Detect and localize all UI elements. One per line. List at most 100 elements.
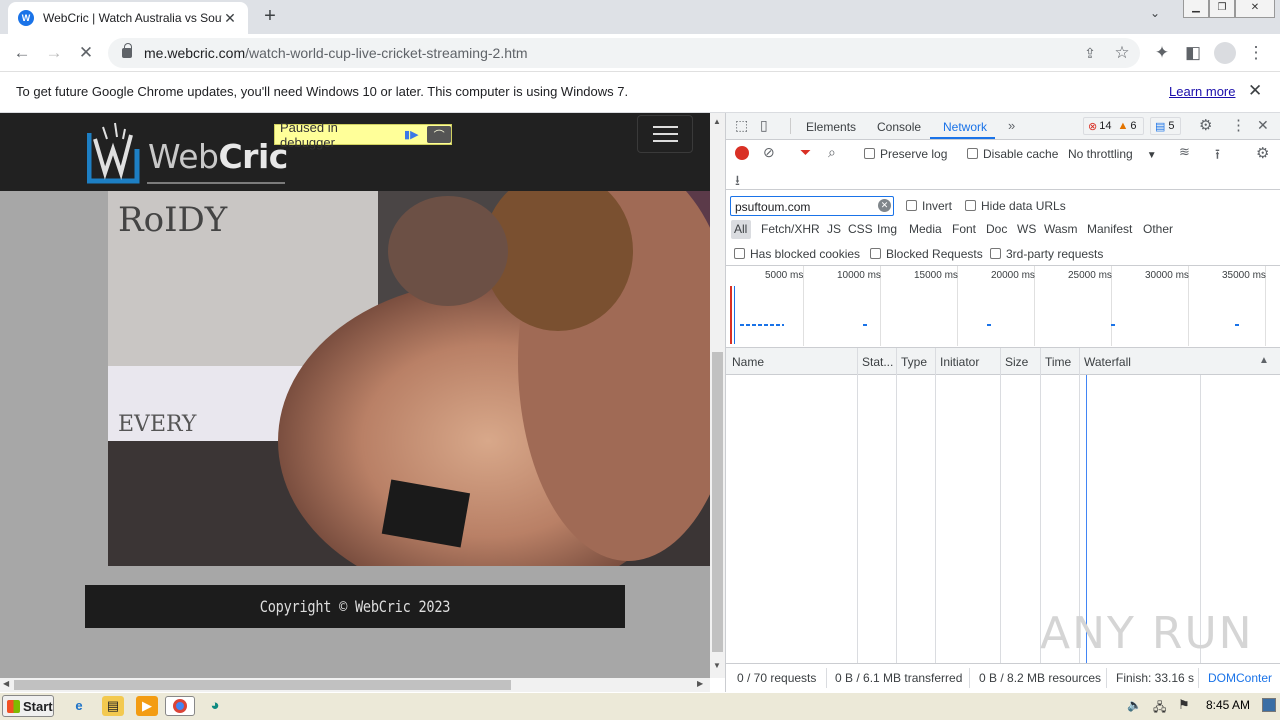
blocked-cookies-checkbox[interactable]: Has blocked cookies [734, 247, 860, 261]
type-filter-media[interactable]: Media [909, 222, 942, 236]
video-player[interactable]: RoIDY EVERY [108, 191, 710, 566]
tab-search-icon[interactable]: ⌄ [1150, 6, 1160, 20]
devtools-menu-icon[interactable]: ⋮ [1231, 116, 1246, 134]
resume-icon[interactable]: ▮▶ [401, 126, 421, 143]
clear-filter-icon[interactable]: ✕ [878, 199, 891, 212]
hamburger-menu-button[interactable] [637, 115, 693, 153]
chrome-icon [173, 699, 187, 713]
throttling-select[interactable]: No throttling ▼ [1068, 147, 1157, 161]
column-waterfall[interactable]: Waterfall [1084, 355, 1131, 369]
browser-tab[interactable]: W WebCric | Watch Australia vs South ✕ [8, 2, 248, 34]
load-marker [730, 286, 732, 344]
import-har-icon[interactable]: ⭱ [1215, 144, 1220, 168]
column-status[interactable]: Stat... [862, 355, 893, 369]
network-tray-icon[interactable]: 🖧 [1153, 698, 1166, 719]
column-name[interactable]: Name [732, 355, 764, 369]
sort-ascending-icon[interactable]: ▲ [1259, 355, 1269, 366]
type-filter-ws[interactable]: WS [1017, 222, 1036, 236]
scroll-left-arrow-icon[interactable]: ◀ [3, 679, 9, 688]
internet-explorer-icon[interactable]: e [68, 696, 90, 716]
column-initiator[interactable]: Initiator [940, 355, 979, 369]
side-panel-icon[interactable]: ◧ [1181, 41, 1205, 65]
address-bar[interactable]: me.webcric.com/watch-world-cup-live-cric… [108, 38, 1140, 68]
scroll-right-arrow-icon[interactable]: ▶ [697, 679, 703, 688]
type-filter-fetch-xhr[interactable]: Fetch/XHR [761, 222, 820, 236]
issues-counter[interactable]: ⊗ 14 ▲ 6 [1083, 117, 1144, 135]
status-separator [1198, 668, 1199, 688]
scroll-down-arrow-icon[interactable]: ▼ [713, 661, 721, 670]
anyrun-watermark: ANY RUN [1040, 608, 1254, 659]
close-window-button[interactable]: ✕ [1235, 0, 1275, 18]
device-toolbar-icon[interactable]: ▯ [760, 117, 768, 134]
media-player-icon[interactable]: ▶ [136, 696, 158, 716]
devtools-close-icon[interactable]: ✕ [1257, 117, 1269, 134]
taskbar-clock[interactable]: 8:45 AM [1206, 698, 1250, 712]
column-size[interactable]: Size [1005, 355, 1028, 369]
status-separator [1106, 668, 1107, 688]
type-filter-img[interactable]: Img [877, 222, 897, 236]
type-filter-css[interactable]: CSS [848, 222, 873, 236]
preserve-log-checkbox[interactable]: Preserve log [864, 147, 947, 161]
record-icon[interactable] [735, 146, 749, 160]
show-desktop-icon[interactable] [1262, 698, 1276, 712]
menu-kebab-icon[interactable]: ⋮ [1244, 41, 1268, 65]
status-separator [969, 668, 970, 688]
type-filter-font[interactable]: Font [952, 222, 976, 236]
file-explorer-icon[interactable]: ▤ [102, 696, 124, 716]
third-party-checkbox[interactable]: 3rd-party requests [990, 247, 1103, 261]
invert-checkbox[interactable]: Invert [906, 199, 952, 213]
scroll-up-arrow-icon[interactable]: ▲ [713, 117, 721, 126]
settings-gear-icon[interactable]: ⚙ [1199, 116, 1212, 134]
forward-arrow-icon[interactable]: → [42, 41, 66, 65]
minimize-button[interactable]: ▁ [1183, 0, 1209, 18]
blocked-requests-checkbox[interactable]: Blocked Requests [870, 247, 983, 261]
type-filter-manifest[interactable]: Manifest [1087, 222, 1132, 236]
devtools-tab-elements[interactable]: Elements [806, 120, 856, 134]
messages-counter[interactable]: ▤ 5 [1150, 117, 1181, 135]
filter-input[interactable]: psuftoum.com [730, 196, 894, 216]
devtools-tab-network[interactable]: Network [943, 120, 987, 134]
page-horizontal-scroll-thumb[interactable] [14, 680, 511, 690]
url-text[interactable]: me.webcric.com/watch-world-cup-live-cric… [144, 45, 528, 61]
share-icon[interactable]: ⇪ [1078, 41, 1102, 65]
learn-more-link[interactable]: Learn more [1169, 84, 1235, 99]
column-type[interactable]: Type [901, 355, 927, 369]
type-filter-wasm[interactable]: Wasm [1044, 222, 1078, 236]
bookmark-star-icon[interactable]: ☆ [1110, 41, 1134, 65]
action-center-flag-icon[interactable]: ⚑ [1178, 697, 1190, 713]
more-tabs-icon[interactable]: » [1008, 118, 1015, 133]
devtools-tab-console[interactable]: Console [877, 120, 921, 134]
extensions-puzzle-icon[interactable]: ✦ [1150, 41, 1174, 65]
network-settings-gear-icon[interactable]: ⚙ [1256, 144, 1269, 162]
disable-cache-checkbox[interactable]: Disable cache [967, 147, 1058, 161]
new-tab-button[interactable]: + [258, 4, 282, 28]
start-button[interactable]: Start [2, 695, 54, 717]
type-filter-js[interactable]: JS [827, 222, 841, 236]
blocked-cookies-label: Has blocked cookies [750, 247, 861, 261]
edge-icon[interactable]: ◕ [204, 696, 226, 716]
search-icon[interactable]: ⌕ [828, 144, 836, 161]
export-har-icon[interactable]: ⭳ [735, 170, 740, 194]
inspect-element-icon[interactable]: ⬚ [735, 117, 748, 134]
step-over-icon[interactable]: ⌒ [427, 126, 451, 143]
column-time[interactable]: Time [1045, 355, 1071, 369]
filter-icon[interactable]: ⏷ [800, 144, 811, 161]
chrome-taskbar-button[interactable] [165, 696, 195, 716]
type-filter-all[interactable]: All [734, 222, 747, 236]
type-filter-doc[interactable]: Doc [986, 222, 1007, 236]
page-vertical-scroll-thumb[interactable] [712, 352, 723, 652]
back-arrow-icon[interactable]: ← [10, 41, 34, 65]
tab-close-icon[interactable]: ✕ [222, 10, 238, 27]
stop-loading-icon[interactable]: ✕ [74, 41, 98, 65]
network-conditions-icon[interactable]: ≋ [1179, 144, 1190, 160]
timeline-tick: 35000 ms [1222, 270, 1266, 281]
volume-icon[interactable]: 🔈 [1127, 698, 1142, 712]
profile-avatar[interactable] [1214, 42, 1236, 64]
hide-data-urls-checkbox[interactable]: Hide data URLs [965, 199, 1066, 213]
clear-icon[interactable]: ⊘ [763, 144, 775, 161]
infobar-message: To get future Google Chrome updates, you… [16, 84, 629, 99]
restore-button[interactable]: ❐ [1209, 0, 1235, 18]
type-filter-other[interactable]: Other [1143, 222, 1173, 236]
error-icon: ⊗ [1088, 120, 1098, 133]
infobar-close-icon[interactable]: ✕ [1248, 81, 1262, 101]
